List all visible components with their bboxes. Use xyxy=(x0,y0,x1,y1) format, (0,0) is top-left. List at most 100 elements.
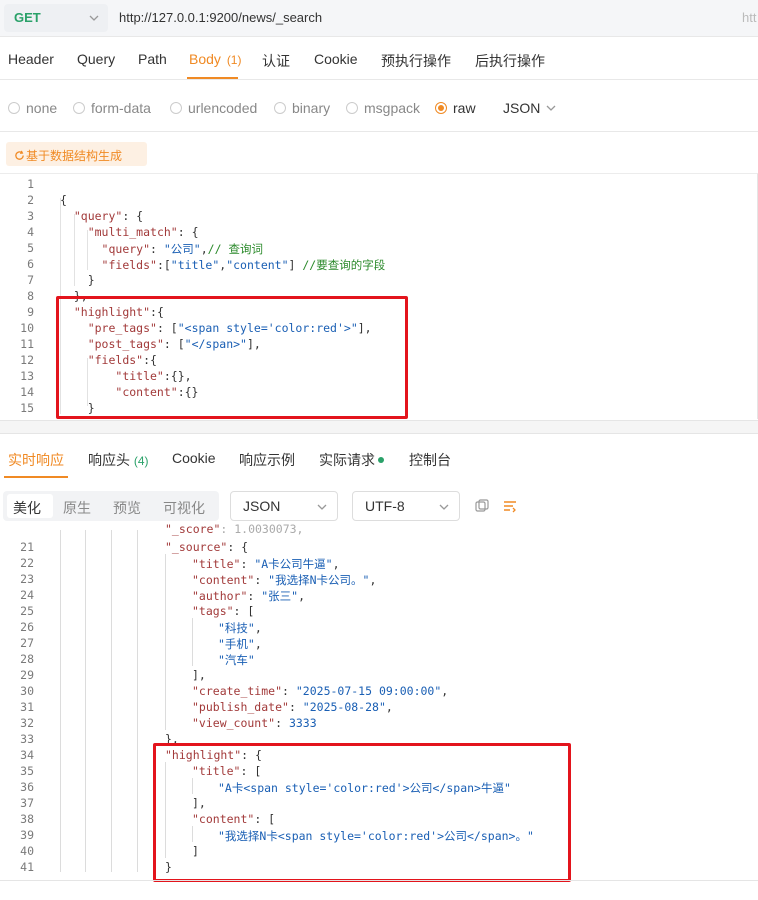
line-number: 6 xyxy=(27,257,34,271)
radio-circle-icon xyxy=(346,102,358,114)
indent-guide xyxy=(111,530,112,872)
tab-header[interactable]: Header xyxy=(8,51,54,67)
chevron-down-icon xyxy=(439,504,449,510)
body-format-label: JSON xyxy=(503,100,541,116)
tab-cookie[interactable]: Cookie xyxy=(314,51,358,67)
code-line: "query": "公司",// 查询词 xyxy=(101,242,263,256)
request-tabs: Header Query Path Body (1) 认证 Cookie 预执行… xyxy=(0,37,758,80)
radio-raw[interactable]: raw xyxy=(435,100,476,116)
code-line: "title": "A卡公司牛逼", xyxy=(192,557,340,571)
active-tab-underline xyxy=(187,77,238,79)
line-number: 23 xyxy=(20,572,34,586)
panel-splitter[interactable] xyxy=(0,420,758,434)
code-line: "view_count": 3333 xyxy=(192,716,317,730)
code-line: "手机", xyxy=(218,637,262,651)
line-number: 32 xyxy=(20,716,34,730)
line-number: 1 xyxy=(27,177,34,191)
view-mode-visualize[interactable]: 可视化 xyxy=(163,498,205,518)
line-number: 29 xyxy=(20,668,34,682)
view-mode-raw[interactable]: 原生 xyxy=(63,498,91,518)
line-number: 8 xyxy=(27,289,34,303)
radio-form-data[interactable]: form-data xyxy=(73,100,151,116)
response-format-select[interactable]: JSON xyxy=(230,491,338,521)
format-icon[interactable] xyxy=(502,498,518,514)
line-number: 27 xyxy=(20,636,34,650)
tab-post-script[interactable]: 后执行操作 xyxy=(475,51,545,71)
radio-form-data-label: form-data xyxy=(91,100,151,116)
line-number: 24 xyxy=(20,588,34,602)
line-number: 25 xyxy=(20,604,34,618)
indent-guide xyxy=(60,530,61,872)
response-charset-label: UTF-8 xyxy=(365,498,405,514)
response-format-label: JSON xyxy=(243,498,281,514)
code-line: "_source": { xyxy=(165,540,249,554)
tab-response-cookie[interactable]: Cookie xyxy=(172,450,216,466)
code-line: "fields":["title","content"] //要查询的字段 xyxy=(101,258,386,272)
tab-pre-script[interactable]: 预执行操作 xyxy=(381,51,451,71)
code-line: { xyxy=(60,193,67,207)
tab-response-example[interactable]: 响应示例 xyxy=(239,450,295,470)
indent-guide xyxy=(192,618,193,666)
line-number: 7 xyxy=(27,273,34,287)
indent-guide xyxy=(137,530,138,872)
code-line: "create_time": "2025-07-15 09:00:00", xyxy=(192,684,449,698)
line-number: 31 xyxy=(20,700,34,714)
line-number: 10 xyxy=(20,321,34,335)
body-format-select[interactable]: JSON xyxy=(503,100,556,116)
line-number: 34 xyxy=(20,748,34,762)
line-number: 14 xyxy=(20,385,34,399)
url-input[interactable]: http://127.0.0.1:9200/news/_search xyxy=(119,10,322,25)
line-number: 30 xyxy=(20,684,34,698)
line-number: 21 xyxy=(20,540,34,554)
method-label: GET xyxy=(14,10,41,25)
code-line: "multi_match": { xyxy=(87,225,199,239)
view-mode-preview[interactable]: 预览 xyxy=(113,498,141,518)
radio-none[interactable]: none xyxy=(8,100,57,116)
generate-from-schema-button[interactable]: 基于数据结构生成 xyxy=(6,142,147,166)
view-mode-pretty[interactable]: 美化 xyxy=(13,498,41,518)
line-number: 11 xyxy=(20,337,34,351)
line-number: 15 xyxy=(20,401,34,415)
code-line: "query": { xyxy=(73,209,144,223)
tab-path[interactable]: Path xyxy=(138,51,167,67)
radio-raw-label: raw xyxy=(453,100,476,116)
method-select[interactable]: GET xyxy=(4,4,108,32)
tab-actual-request[interactable]: 实际请求 xyxy=(319,450,384,470)
tab-body-count: (1) xyxy=(226,53,242,67)
tab-auth[interactable]: 认证 xyxy=(262,51,290,71)
tab-console[interactable]: 控制台 xyxy=(409,450,451,470)
line-number: 41 xyxy=(20,860,34,874)
radio-msgpack[interactable]: msgpack xyxy=(346,100,420,116)
radio-binary[interactable]: binary xyxy=(274,100,330,116)
line-number: 36 xyxy=(20,780,34,794)
tab-query[interactable]: Query xyxy=(77,51,115,67)
radio-urlencoded-label: urlencoded xyxy=(188,100,258,116)
code-line: "content": "我选择N卡公司。", xyxy=(192,573,377,587)
code-line: "author": "张三", xyxy=(192,589,306,603)
response-toolbar: 美化 原生 预览 可视化 JSON UTF-8 xyxy=(0,488,758,524)
tab-response-headers[interactable]: 响应头 (4) xyxy=(88,450,149,470)
code-line: "科技", xyxy=(218,621,262,635)
copy-icon[interactable] xyxy=(474,498,490,514)
line-number: 3 xyxy=(27,209,34,223)
code-line-partial: "_score": 1.0030073, xyxy=(165,522,304,536)
tab-body-label: Body xyxy=(189,51,221,67)
radio-circle-selected-icon xyxy=(435,102,447,114)
code-line: } xyxy=(60,273,95,287)
line-number: 12 xyxy=(20,353,34,367)
radio-circle-icon xyxy=(73,102,85,114)
response-charset-select[interactable]: UTF-8 xyxy=(352,491,460,521)
divider xyxy=(0,880,758,881)
radio-urlencoded[interactable]: urlencoded xyxy=(170,100,257,116)
radio-circle-icon xyxy=(274,102,286,114)
line-number: 26 xyxy=(20,620,34,634)
indent-guide xyxy=(85,530,86,872)
refresh-icon xyxy=(15,150,24,160)
line-number: 33 xyxy=(20,732,34,746)
line-number: 5 xyxy=(27,241,34,255)
tab-body[interactable]: Body (1) xyxy=(189,51,241,67)
tab-live-response[interactable]: 实时响应 xyxy=(8,450,64,470)
chevron-down-icon xyxy=(546,105,556,111)
radio-none-label: none xyxy=(26,100,58,116)
line-number: 4 xyxy=(27,225,34,239)
